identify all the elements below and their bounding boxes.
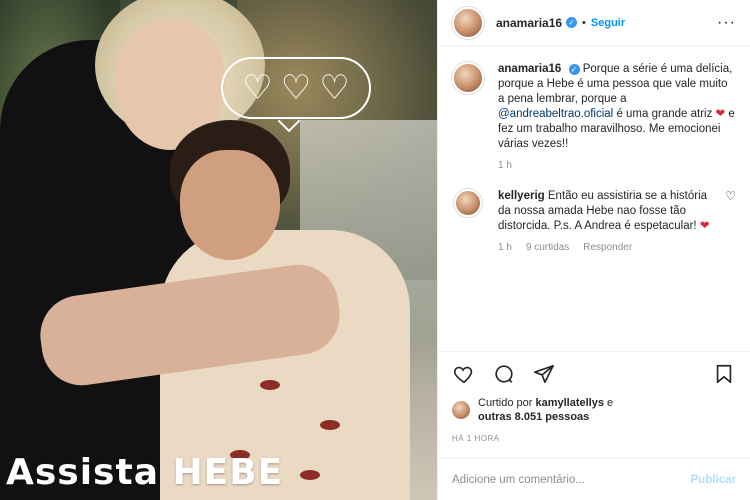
add-comment-bar: Adicione um comentário... Publicar xyxy=(438,458,750,500)
post-details-panel: anamaria16 ✓ • Seguir ··· anamaria16 ✓ P… xyxy=(437,0,750,500)
bubble-heart-icon: ♡ xyxy=(242,68,273,108)
likes-prefix: Curtido por xyxy=(478,397,536,409)
photo-dress-pattern xyxy=(320,420,340,430)
author-username[interactable]: anamaria16 xyxy=(496,16,562,30)
comment-input[interactable]: Adicione um comentário... xyxy=(452,474,585,486)
red-heart-emoji: ❤ xyxy=(715,108,726,120)
bubble-heart-icon: ♡ xyxy=(319,68,350,108)
caption-time: 1 h xyxy=(498,160,512,171)
more-icon[interactable]: ··· xyxy=(717,14,736,32)
photo-dress-pattern xyxy=(260,380,280,390)
verified-icon: ✓ xyxy=(566,17,578,28)
author-avatar[interactable] xyxy=(452,6,484,39)
comment-meta: 1 h 9 curtidas Responder xyxy=(498,242,736,253)
likes-text: Curtido por kamyllatellys e outras 8.051… xyxy=(478,396,613,424)
caption-text-part: é uma grande atriz xyxy=(613,108,716,120)
heart-icon[interactable] xyxy=(452,362,476,386)
comment-username[interactable]: kellyerig xyxy=(498,190,545,202)
mention-link[interactable]: @andreabeltrao.oficial xyxy=(498,108,613,120)
caption-meta: 1 h xyxy=(498,160,736,171)
caption-username[interactable]: anamaria16 xyxy=(498,63,561,75)
comment-text: kellyerig Então eu assistiria se a histó… xyxy=(498,189,719,234)
likes-others[interactable]: outras 8.051 pessoas xyxy=(478,411,589,423)
separator-dot: • xyxy=(582,16,586,29)
action-icons xyxy=(452,360,736,388)
red-heart-emoji: ❤ xyxy=(699,220,710,232)
speech-bubble: ♡ ♡ ♡ xyxy=(221,57,371,119)
bookmark-icon[interactable] xyxy=(712,362,736,386)
comment-row: kellyerig Então eu assistiria se a histó… xyxy=(452,189,736,234)
post-timestamp[interactable]: HÁ 1 HORA xyxy=(452,434,736,443)
caption-author-avatar[interactable] xyxy=(452,62,484,94)
photo-person-right-face xyxy=(180,150,280,260)
share-icon[interactable] xyxy=(532,362,556,386)
liker-username[interactable]: kamyllatellys xyxy=(535,397,604,409)
liker-avatar[interactable] xyxy=(452,401,470,419)
photo-dress-pattern xyxy=(300,470,320,480)
bubble-heart-icon: ♡ xyxy=(280,68,312,108)
post-photo[interactable]: ♡ ♡ ♡ Assista HEBE xyxy=(0,0,437,500)
caption-row: anamaria16 ✓ Porque a série é uma delíci… xyxy=(452,62,736,152)
likes-summary: Curtido por kamyllatellys e outras 8.051… xyxy=(452,396,736,424)
verified-icon: ✓ xyxy=(568,64,580,75)
publish-button[interactable]: Publicar xyxy=(691,474,736,486)
comment-time: 1 h xyxy=(498,242,512,253)
comment-likes[interactable]: 9 curtidas xyxy=(526,242,569,253)
caption-text: anamaria16 ✓ Porque a série é uma delíci… xyxy=(498,62,736,152)
photo-overlay-text: Assista HEBE xyxy=(6,452,284,493)
follow-button[interactable]: Seguir xyxy=(591,17,625,29)
post-header: anamaria16 ✓ • Seguir ··· xyxy=(438,0,750,46)
comment-icon[interactable] xyxy=(492,362,516,386)
likes-middle: e xyxy=(603,397,614,409)
post-actions: Curtido por kamyllatellys e outras 8.051… xyxy=(438,351,750,443)
commenter-avatar[interactable] xyxy=(454,189,482,217)
comment-like-icon[interactable]: ♡ xyxy=(725,189,736,203)
reply-button[interactable]: Responder xyxy=(583,242,632,253)
comments-area: anamaria16 ✓ Porque a série é uma delíci… xyxy=(452,62,736,253)
